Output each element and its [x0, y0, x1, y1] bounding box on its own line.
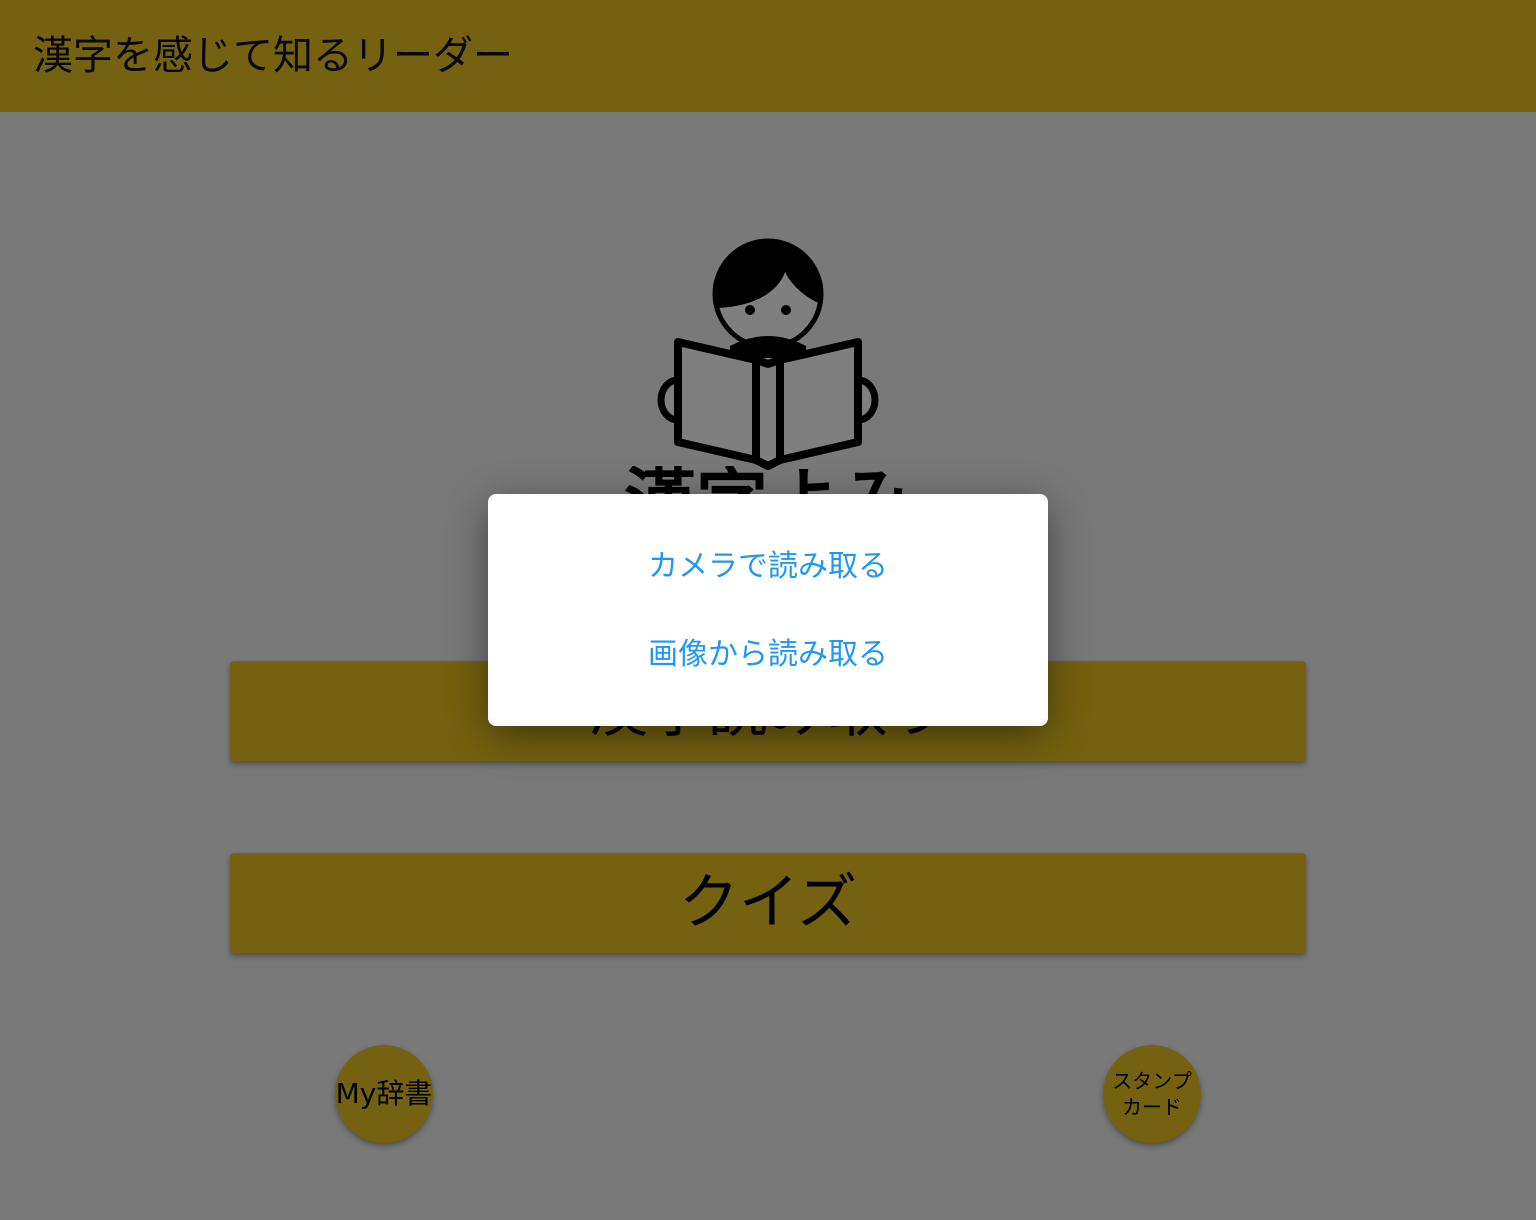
read-source-dialog: カメラで読み取る 画像から読み取る — [488, 494, 1048, 726]
read-from-image-option[interactable]: 画像から読み取る — [488, 616, 1048, 686]
read-with-camera-option[interactable]: カメラで読み取る — [488, 528, 1048, 598]
